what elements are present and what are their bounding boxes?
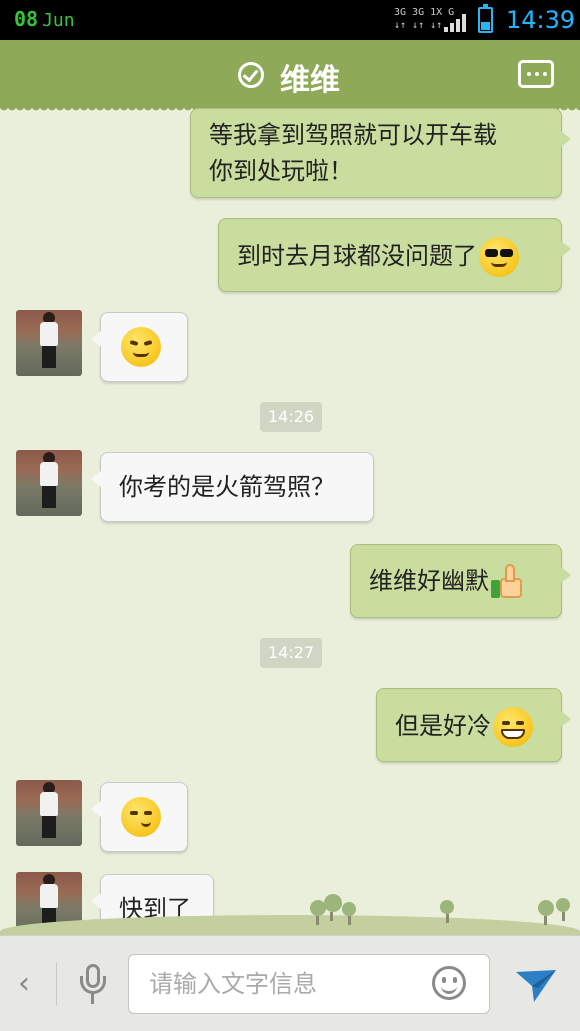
message-bubble-incoming[interactable]: [91, 312, 188, 382]
status-date: 08 Jun: [14, 7, 75, 31]
contact-avatar[interactable]: [16, 780, 82, 846]
message-text: 等我拿到驾照就可以开车载: [209, 121, 497, 149]
status-time: 14:39: [506, 6, 576, 34]
cool-sunglasses-emoji: [479, 237, 519, 277]
message-bubble-incoming[interactable]: 你考的是火箭驾照？: [91, 452, 374, 522]
battery-icon: [478, 4, 493, 33]
message-bubble-outgoing[interactable]: 到时去月球都没问题了: [218, 218, 571, 292]
chevron-left-icon[interactable]: ‹: [18, 966, 30, 1001]
check-circle-icon: [238, 62, 264, 88]
message-list[interactable]: 等我拿到驾照就可以开车载 你到处玩啦！ 到时去月球都没问题了 14:26 你考的…: [0, 108, 580, 935]
send-icon[interactable]: [514, 964, 558, 1004]
grin-emoji: [493, 707, 533, 747]
message-bubble-outgoing[interactable]: 但是好冷: [376, 688, 571, 762]
chat-title: 维维: [280, 63, 340, 98]
input-bar: ‹ 请输入文字信息: [0, 935, 580, 1031]
shy-emoji: [121, 797, 161, 837]
microphone-icon[interactable]: [78, 964, 108, 1006]
message-bubble-incoming[interactable]: [91, 782, 188, 852]
contact-avatar[interactable]: [16, 310, 82, 376]
message-text: 但是好冷: [395, 712, 491, 740]
chat-header: 维维: [0, 40, 580, 114]
contact-avatar[interactable]: [16, 450, 82, 516]
annoyed-emoji: [121, 327, 161, 367]
message-text: 你考的是火箭驾照？: [119, 473, 335, 501]
status-bar: 08 Jun 3G 3G 1X G ↓↑ ↓↑ ↓↑ 14:39: [0, 0, 580, 40]
message-bubble-outgoing[interactable]: 等我拿到驾照就可以开车载 你到处玩啦！: [190, 108, 571, 198]
battery-fill: [481, 22, 490, 30]
message-text: 你到处玩啦！: [209, 157, 353, 185]
message-timestamp: 14:26: [260, 402, 323, 432]
message-timestamp: 14:27: [260, 638, 323, 668]
message-bubble-outgoing[interactable]: 维维好幽默: [350, 544, 571, 618]
message-text: 维维好幽默: [369, 567, 489, 595]
signal-icon: [444, 12, 468, 32]
background-scenery: [0, 894, 580, 935]
date-month: Jun: [42, 10, 75, 31]
smiley-icon[interactable]: [432, 966, 466, 1000]
date-day: 08: [14, 7, 39, 31]
more-options-button[interactable]: [518, 60, 554, 88]
thumbs-up-emoji: [491, 564, 525, 600]
divider: [56, 962, 57, 1006]
message-text: 到时去月球都没问题了: [237, 242, 477, 270]
